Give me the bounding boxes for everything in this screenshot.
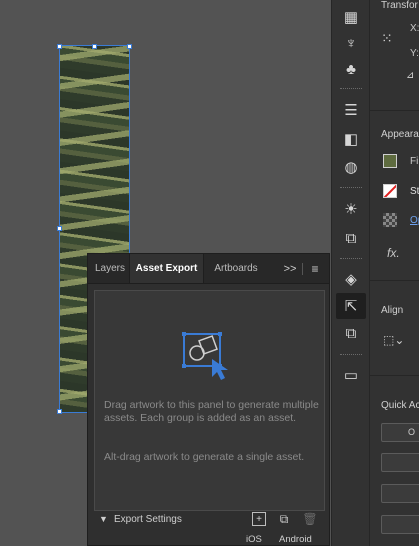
artboards-panel-icon[interactable]: ⧉	[336, 320, 366, 346]
layers-icon[interactable]: ◈	[336, 266, 366, 292]
panel-footer: ▼ Export Settings + ⧉ 🗑 iOS Android	[88, 512, 329, 546]
opacity-checker-icon	[383, 213, 397, 227]
fill-label: Fi	[410, 156, 419, 167]
quick-action-button[interactable]	[381, 515, 419, 534]
panel-overflow-button[interactable]: >>	[282, 254, 298, 283]
ios-label[interactable]: iOS	[246, 534, 262, 545]
alt-drag-hint: Alt-drag artwork to generate a single as…	[104, 451, 305, 463]
selection-handle[interactable]	[57, 226, 62, 231]
selection-handle[interactable]	[57, 44, 62, 49]
stroke-label: St	[410, 186, 419, 197]
drag-artwork-icon	[182, 332, 228, 380]
quick-action-button[interactable]	[381, 453, 419, 472]
asset-drop-zone[interactable]: Drag artwork to this panel to generate m…	[94, 290, 325, 511]
quick-action-button[interactable]	[381, 484, 419, 503]
fill-swatch[interactable]	[383, 154, 397, 168]
divider	[370, 280, 419, 281]
gradient-icon[interactable]: ◧	[336, 126, 366, 152]
panel-grip[interactable]	[340, 187, 362, 190]
quick-actions-title: Quick Ac	[381, 400, 419, 411]
quick-action-button[interactable]: O	[381, 423, 419, 442]
divider	[370, 375, 419, 376]
panel-grip[interactable]	[340, 88, 362, 91]
properties-panel: Transfor ⁙ X: Y: ⊿ Appearanc Fi St Op fx…	[369, 0, 419, 546]
selection-handle[interactable]	[57, 409, 62, 414]
tab-layers[interactable]: Layers	[92, 254, 128, 283]
stroke-swatch[interactable]	[383, 184, 397, 198]
divider	[302, 263, 303, 275]
add-asset-icon[interactable]: +	[252, 512, 266, 526]
none-slash-icon	[384, 185, 396, 197]
transform-title: Transfor	[381, 0, 418, 11]
puppet-warp-icon[interactable]: ♆	[336, 30, 366, 56]
empty-state-message: Drag artwork to this panel to generate m…	[104, 399, 319, 424]
selection-handle[interactable]	[92, 44, 97, 49]
appearance-icon[interactable]: ☀	[336, 196, 366, 222]
divider	[370, 110, 419, 111]
multiple-assets-icon[interactable]: ⧉	[277, 512, 291, 526]
comments-icon[interactable]: ▭	[336, 362, 366, 388]
export-settings-toggle[interactable]: Export Settings	[114, 514, 182, 525]
android-label[interactable]: Android	[279, 534, 312, 545]
opacity-link[interactable]: Op	[410, 215, 419, 226]
trash-icon[interactable]: 🗑	[302, 512, 317, 526]
appearance-title: Appearanc	[381, 129, 419, 140]
align-to-icon[interactable]: ⬚⌄	[383, 333, 404, 347]
panel-menu-icon[interactable]: ≡	[307, 254, 323, 283]
reference-point-icon[interactable]: ⁙	[381, 30, 398, 47]
panel-grip[interactable]	[340, 354, 362, 357]
fx-button[interactable]: fx.	[387, 246, 400, 260]
panel-icon-strip: ▦ ♆ ♣ ☰ ◧ ◍ ☀ ⧉ ◈ ⇱ ⧉ ▭	[331, 0, 370, 546]
stroke-icon[interactable]: ☰	[336, 97, 366, 123]
align-title: Align	[381, 305, 404, 316]
panel-grip[interactable]	[340, 258, 362, 261]
x-label: X:	[410, 23, 419, 34]
asset-export-panel: Layers Asset Export Artboards >> ≡ Drag …	[87, 253, 330, 546]
artboards-icon[interactable]: ⧉	[336, 225, 366, 251]
tab-artboards[interactable]: Artboards	[205, 254, 267, 283]
y-label: Y:	[410, 48, 419, 59]
symbols-icon[interactable]: ♣	[336, 56, 366, 82]
panel-tab-bar: Layers Asset Export Artboards >> ≡	[88, 254, 329, 284]
disclosure-triangle-icon[interactable]: ▼	[99, 514, 108, 524]
selection-handle[interactable]	[127, 44, 132, 49]
symbols-grid-icon[interactable]: ▦	[336, 4, 366, 30]
transparency-icon[interactable]: ◍	[336, 154, 366, 180]
asset-export-icon[interactable]: ⇱	[336, 293, 366, 319]
rotate-icon[interactable]: ⊿	[406, 70, 414, 81]
tab-asset-export[interactable]: Asset Export	[129, 254, 204, 283]
